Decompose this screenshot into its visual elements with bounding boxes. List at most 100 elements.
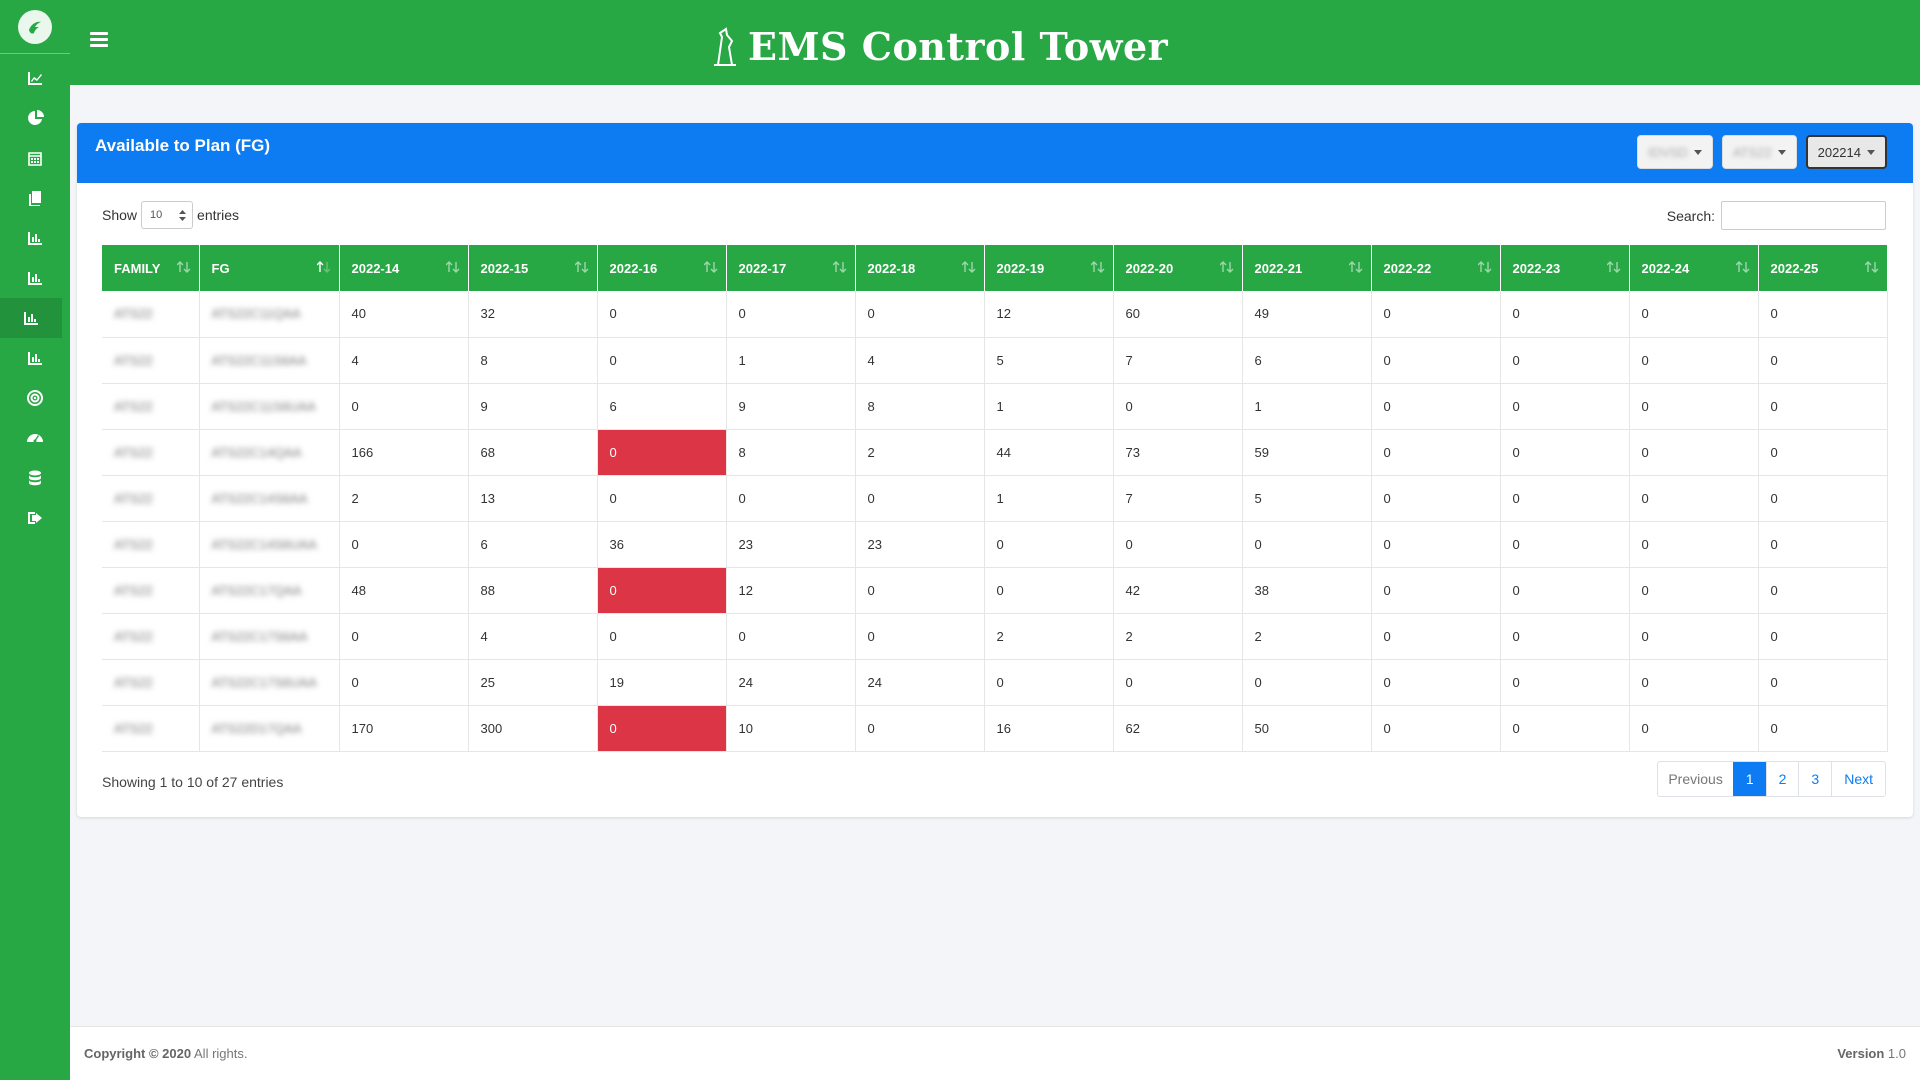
family-cell: ATS22: [102, 705, 200, 752]
week-value-cell: 6: [1242, 337, 1372, 384]
column-header-2022-21[interactable]: 2022-21: [1242, 245, 1372, 291]
sort-icon: [832, 261, 846, 273]
week-value-cell: 59: [1242, 429, 1372, 476]
week-value-cell: 0: [1113, 383, 1243, 430]
week-value-cell: 0: [855, 475, 985, 522]
bar-chart-icon: [28, 352, 42, 365]
column-header-2022-25[interactable]: 2022-25: [1758, 245, 1888, 291]
sort-icon: [1219, 261, 1233, 273]
week-value-cell: 0: [1629, 429, 1759, 476]
filter-dropdown-region[interactable]: IDVSD: [1637, 135, 1713, 169]
family-cell: ATS22: [102, 429, 200, 476]
sort-icon: [1864, 261, 1878, 273]
sidebar-item-10[interactable]: [0, 418, 70, 458]
fg-cell: ATS22C11S6UAA: [199, 383, 340, 430]
week-value-cell: 0: [1242, 659, 1372, 706]
week-value-cell: 7: [1113, 475, 1243, 522]
fg-cell: ATS22C17S6AA: [199, 613, 340, 660]
sidebar-item-6[interactable]: [0, 258, 70, 298]
week-value-cell: 6: [597, 383, 727, 430]
sidebar-item-2[interactable]: [0, 98, 70, 138]
table-controls: Show 10 entries Search:: [102, 201, 1886, 233]
fg-cell: ATS22C14S6AA: [199, 475, 340, 522]
gauge-icon: [27, 434, 43, 443]
week-value-cell: 73: [1113, 429, 1243, 476]
caret-down-icon: [1693, 149, 1702, 155]
week-value-cell: 1: [1242, 383, 1372, 430]
column-header-2022-17[interactable]: 2022-17: [726, 245, 856, 291]
line-chart-icon: [28, 72, 42, 85]
sidebar-item-3[interactable]: [0, 138, 70, 178]
sidebar-item-8[interactable]: [0, 338, 70, 378]
sort-icon: [1477, 261, 1491, 273]
sort-icon: [1090, 261, 1104, 273]
week-value-cell: 0: [1629, 337, 1759, 384]
week-value-cell: 0: [1629, 567, 1759, 614]
table-row: ATS22 ATS22C14S6UAA 0 6 36 23 23 0 0 0 0 0 0 0: [102, 521, 1888, 568]
previous-page-button[interactable]: Previous: [1658, 762, 1732, 796]
week-value-cell: 0: [1500, 567, 1630, 614]
week-value-cell: 0: [1500, 659, 1630, 706]
calendar-icon: [28, 152, 42, 166]
page-2-button[interactable]: 2: [1765, 762, 1799, 796]
sidebar-item-4[interactable]: [0, 178, 70, 218]
version: Version 1.0: [1837, 1046, 1906, 1061]
sidebar-item-12[interactable]: [0, 498, 70, 538]
sidebar-item-11[interactable]: [0, 458, 70, 498]
sidebar-item-5[interactable]: [0, 218, 70, 258]
search-input[interactable]: [1721, 201, 1886, 230]
week-value-cell: 0: [1758, 291, 1888, 338]
table-body: ATS22 ATS22C11QAA 40 32 0 0 0 12 60 49 0 0 0 0 ATS22 AT…: [102, 291, 1888, 752]
table-row: ATS22 ATS22C11QAA 40 32 0 0 0 12 60 49 0 0 0 0: [102, 291, 1888, 338]
sidebar-item-7[interactable]: [0, 298, 62, 338]
family-cell: ATS22: [102, 659, 200, 706]
app-title: EMS Control Tower: [748, 24, 1169, 69]
column-header-2022-14[interactable]: 2022-14: [339, 245, 469, 291]
week-value-cell: 12: [726, 567, 856, 614]
week-value-cell: 2: [1242, 613, 1372, 660]
column-header-2022-16[interactable]: 2022-16: [597, 245, 727, 291]
entries-select[interactable]: 10: [141, 201, 194, 229]
menu-toggle-icon[interactable]: [90, 32, 108, 48]
column-header-2022-19[interactable]: 2022-19: [984, 245, 1114, 291]
column-header-2022-18[interactable]: 2022-18: [855, 245, 985, 291]
page-1-button[interactable]: 1: [1732, 762, 1766, 796]
table-row: ATS22 ATS22D17QAA 170 300 0 10 0 16 62 50 0 0 0 0: [102, 705, 1888, 752]
week-value-cell: 0: [597, 429, 727, 476]
sidebar-item-9[interactable]: [0, 378, 70, 418]
page-3-button[interactable]: 3: [1798, 762, 1831, 796]
column-header-2022-24[interactable]: 2022-24: [1629, 245, 1759, 291]
week-value-cell: 0: [1629, 705, 1759, 752]
column-header-2022-23[interactable]: 2022-23: [1500, 245, 1630, 291]
next-page-button[interactable]: Next: [1831, 762, 1885, 796]
column-header-2022-20[interactable]: 2022-20: [1113, 245, 1243, 291]
week-value-cell: 62: [1113, 705, 1243, 752]
column-header-family[interactable]: FAMILY: [102, 245, 200, 291]
app-logo-icon[interactable]: [18, 9, 52, 44]
week-value-cell: 0: [1500, 429, 1630, 476]
fg-cell: ATS22C11S6AA: [199, 337, 340, 384]
week-value-cell: 12: [984, 291, 1114, 338]
sidebar-item-1[interactable]: [0, 58, 70, 98]
table-row: ATS22 ATS22C17S6UAA 0 25 19 24 24 0 0 0 0 0 0 0: [102, 659, 1888, 706]
week-value-cell: 0: [597, 567, 727, 614]
fg-cell: ATS22C17S6UAA: [199, 659, 340, 706]
column-header-2022-22[interactable]: 2022-22: [1371, 245, 1501, 291]
bar-chart-icon: [24, 312, 38, 325]
filter-dropdown-week[interactable]: 202214: [1805, 135, 1887, 169]
logo-area: [0, 0, 70, 54]
week-value-cell: 4: [468, 613, 598, 660]
atp-card: Available to Plan (FG) IDVSD ATS22 20221…: [77, 123, 1913, 817]
week-value-cell: 0: [1758, 567, 1888, 614]
week-value-cell: 0: [1371, 659, 1501, 706]
pagination: Previous 1 2 3 Next: [1657, 761, 1886, 797]
database-icon: [29, 470, 41, 486]
week-value-cell: 0: [1500, 291, 1630, 338]
family-cell: ATS22: [102, 291, 200, 338]
week-value-cell: 0: [1758, 705, 1888, 752]
column-header-fg[interactable]: FG: [199, 245, 340, 291]
column-header-2022-15[interactable]: 2022-15: [468, 245, 598, 291]
filter-dropdown-family[interactable]: ATS22: [1721, 135, 1797, 169]
week-value-cell: 8: [468, 337, 598, 384]
week-value-cell: 2: [1113, 613, 1243, 660]
